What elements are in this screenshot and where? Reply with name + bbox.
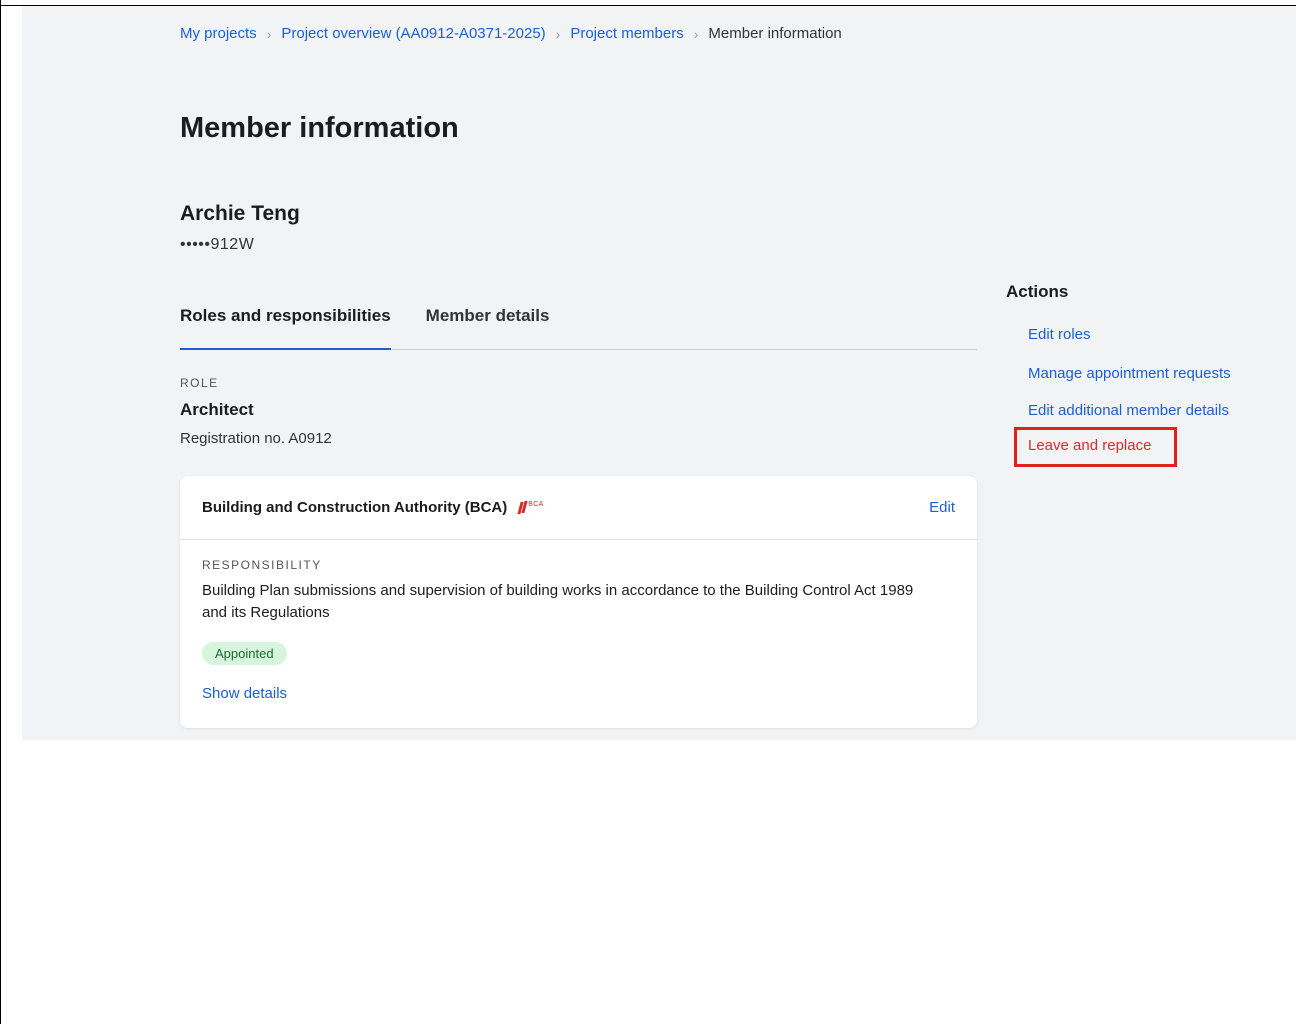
actions-title: Actions (1006, 282, 1069, 301)
tab-roles-and-responsibilities[interactable]: Roles and responsibilities (180, 298, 391, 350)
member-name: Archie Teng (180, 202, 300, 225)
edit-roles-link[interactable]: Edit roles (1028, 326, 1091, 343)
card-header: Building and Construction Authority (BCA… (180, 476, 977, 540)
tab-bar: Roles and responsibilities Member detail… (180, 298, 977, 350)
highlight-box (1014, 427, 1177, 467)
edit-additional-member-details-link[interactable]: Edit additional member details (1028, 402, 1229, 419)
frame-left-border (0, 0, 1, 1024)
role-label: ROLE (180, 376, 219, 390)
registration-number: Registration no. A0912 (180, 430, 332, 447)
role-title: Architect (180, 400, 254, 419)
card-body: RESPONSIBILITY Building Plan submissions… (180, 540, 977, 702)
agency-name: Building and Construction Authority (BCA… (202, 499, 508, 516)
bca-logo: BCA (519, 501, 543, 514)
breadcrumb-project-members[interactable]: Project members (570, 25, 683, 42)
page-title: Member information (180, 112, 459, 144)
bca-logo-icon (519, 501, 527, 514)
manage-appointment-requests-link[interactable]: Manage appointment requests (1028, 365, 1231, 382)
edit-responsibility-button[interactable]: Edit (929, 499, 955, 516)
breadcrumb: My projects › Project overview (AA0912-A… (180, 25, 842, 42)
breadcrumb-my-projects[interactable]: My projects (180, 25, 257, 42)
responsibility-card: Building and Construction Authority (BCA… (180, 476, 977, 728)
breadcrumb-project-overview[interactable]: Project overview (AA0912-A0371-2025) (281, 25, 545, 42)
tab-member-details[interactable]: Member details (426, 298, 550, 349)
status-badge: Appointed (202, 642, 287, 665)
breadcrumb-current: Member information (708, 25, 842, 42)
bca-logo-text: BCA (528, 501, 544, 508)
chevron-right-icon: › (266, 25, 272, 42)
actions-panel: Actions (1006, 282, 1068, 302)
responsibility-label: RESPONSIBILITY (202, 558, 322, 572)
responsibility-text: Building Plan submissions and supervisio… (202, 582, 914, 621)
chevron-right-icon: › (693, 25, 699, 42)
chevron-right-icon: › (555, 25, 561, 42)
show-details-link[interactable]: Show details (202, 685, 955, 702)
member-masked-id: •••••912W (180, 236, 255, 253)
